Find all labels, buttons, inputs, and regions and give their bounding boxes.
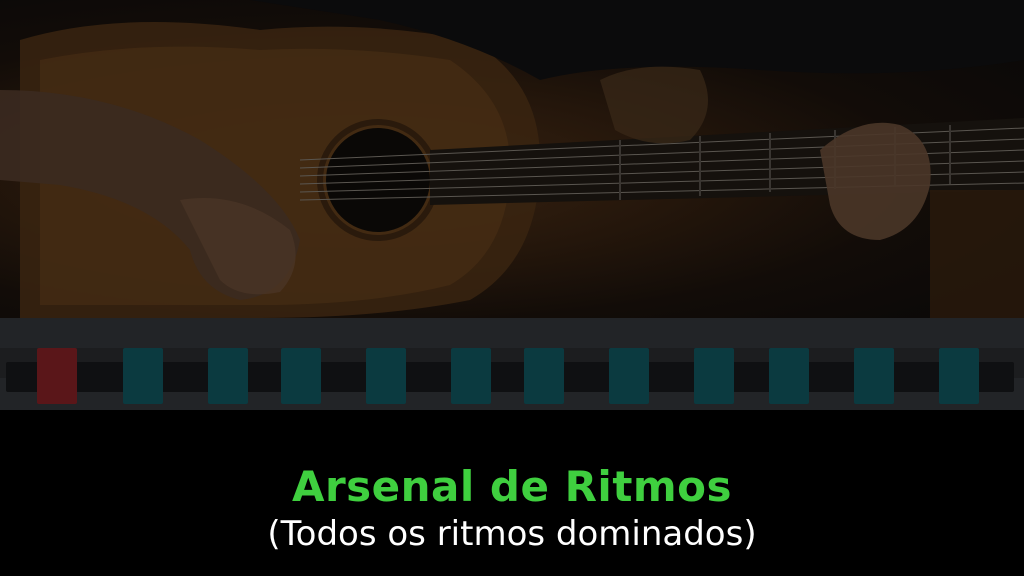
- beat-marker: [208, 348, 248, 404]
- guitar-illustration: [0, 0, 1024, 318]
- beat-marker: [524, 348, 564, 404]
- beat-marker: [451, 348, 491, 404]
- beat-marker: [123, 348, 163, 404]
- guitar-photo: [0, 0, 1024, 318]
- beat-marker: [694, 348, 734, 404]
- beat-marker: [366, 348, 406, 404]
- beat-marker: [609, 348, 649, 404]
- beat-marker: [281, 348, 321, 404]
- beat-marker: [769, 348, 809, 404]
- video-frame[interactable]: Arsenal de Ritmos (Todos os ritmos domin…: [0, 0, 1024, 576]
- beat-marker-accent: [37, 348, 77, 404]
- video-title: Arsenal de Ritmos: [291, 462, 733, 511]
- beat-marker: [939, 348, 979, 404]
- video-subtitle: (Todos os ritmos dominados): [267, 514, 757, 554]
- beat-marker: [854, 348, 894, 404]
